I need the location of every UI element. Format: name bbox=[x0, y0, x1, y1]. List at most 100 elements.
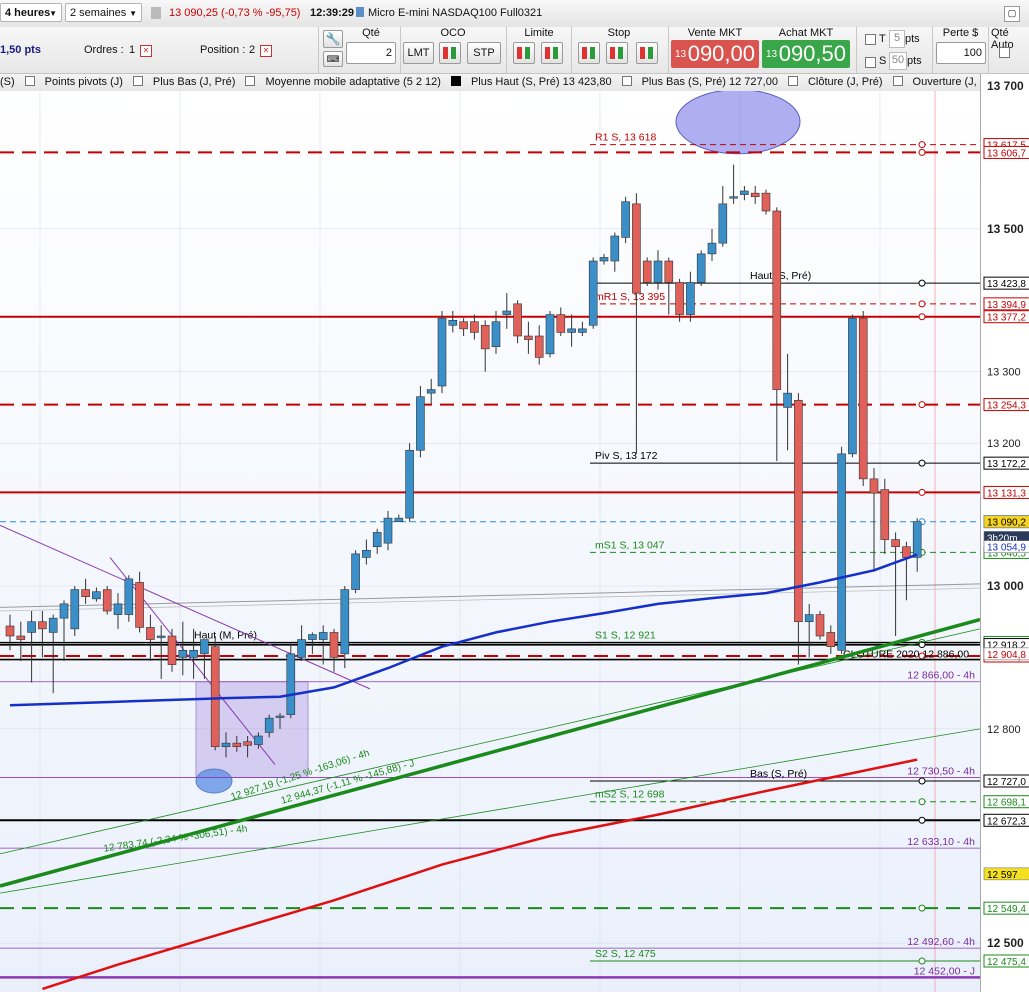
t-checkbox[interactable] bbox=[865, 34, 876, 45]
pivot-level-label: S2 S, 12 475 bbox=[595, 948, 656, 960]
indicator-item[interactable]: Moyenne mobile adaptative (5 2 12) bbox=[245, 76, 441, 88]
close-position-icon[interactable]: ✕ bbox=[260, 45, 272, 57]
indicator-checkbox[interactable] bbox=[245, 76, 256, 86]
period-value: 2 semaines bbox=[70, 7, 127, 19]
indicator-item[interactable]: Plus Haut (S, Pré) 13 423,80 bbox=[450, 76, 612, 88]
loss-input[interactable]: 100 bbox=[936, 42, 986, 64]
candle-body bbox=[113, 603, 123, 615]
buy-mkt-group: Achat MKT 13 090,50 bbox=[760, 27, 852, 73]
candle bbox=[642, 257, 652, 286]
candle bbox=[102, 586, 112, 615]
indicator-label: Moyenne mobile adaptative (5 2 12) bbox=[265, 76, 441, 88]
indicator-item[interactable]: Points pivots (J) bbox=[24, 76, 123, 88]
buy-mkt-button[interactable]: 13 090,50 bbox=[762, 40, 850, 68]
candle-body bbox=[588, 260, 598, 326]
level-handle bbox=[918, 488, 926, 496]
candle-body bbox=[826, 632, 836, 648]
candle-body bbox=[16, 635, 26, 640]
keyboard-icon[interactable]: ⌨ bbox=[323, 51, 343, 67]
level-tag-label: 13 254,3 bbox=[987, 401, 1026, 412]
level-tag-label: 13 377,2 bbox=[987, 313, 1026, 324]
candle bbox=[210, 636, 220, 751]
indicator-item[interactable]: (S) bbox=[0, 76, 15, 88]
qty-auto-checkbox[interactable] bbox=[999, 47, 1010, 58]
candle-body bbox=[394, 517, 404, 523]
s-pts-label: pts bbox=[907, 55, 922, 67]
candle-body bbox=[480, 324, 490, 350]
candle-body bbox=[718, 203, 728, 244]
candle bbox=[848, 314, 857, 458]
extra-tag-label: 13 054,9 bbox=[987, 543, 1026, 554]
level-tag-label: 12 727,0 bbox=[987, 777, 1026, 788]
last-price: 13 090,25 (-0,73 % -95,75) bbox=[169, 7, 301, 19]
candle bbox=[437, 311, 447, 394]
stop-sell-icon[interactable] bbox=[606, 42, 628, 64]
level-tag-label: 12 475,4 bbox=[987, 957, 1026, 968]
s-input[interactable]: 50 bbox=[889, 52, 907, 70]
candle-body bbox=[297, 639, 306, 658]
candle-body bbox=[848, 317, 857, 455]
level-tag-label: 13 172,2 bbox=[987, 459, 1026, 470]
indicator-checkbox[interactable] bbox=[24, 76, 35, 86]
candle-body bbox=[686, 282, 695, 315]
indicator-label: (S) bbox=[0, 76, 15, 88]
timeframe-value: 4 heures bbox=[5, 7, 51, 19]
candle-body bbox=[48, 617, 58, 633]
candle-body bbox=[70, 589, 80, 630]
s-checkbox[interactable] bbox=[865, 57, 876, 68]
candle-body bbox=[178, 649, 188, 658]
candle bbox=[70, 586, 80, 636]
indicator-item[interactable]: Ouverture (J, Pré) bbox=[892, 76, 980, 88]
stop-group: Stop bbox=[571, 27, 666, 73]
price-chart[interactable]: 12 866,00 - 4h 12 730,50 - 4h 12 633,10 - … bbox=[0, 91, 980, 992]
candle-body bbox=[59, 603, 69, 619]
qty-input[interactable]: 2 bbox=[346, 42, 396, 64]
candle-body bbox=[437, 317, 447, 387]
level-handle bbox=[918, 401, 926, 409]
indicator-label: Plus Bas (J, Pré) bbox=[152, 76, 236, 88]
indicator-label: Ouverture (J, Pré) bbox=[912, 76, 980, 88]
level-tag-label: 12 698,1 bbox=[987, 798, 1026, 809]
indicator-checkbox[interactable] bbox=[787, 76, 798, 86]
indicator-checkbox[interactable] bbox=[621, 76, 632, 86]
window-restore-icon[interactable]: ▢ bbox=[1004, 6, 1020, 22]
indicator-checkbox[interactable] bbox=[450, 76, 461, 86]
candle-body bbox=[513, 303, 522, 337]
extra-tag-label: 12 597 bbox=[987, 870, 1018, 881]
price-axis-labels: 13 700 13 500 13 300 13 200 13 000 12 800 12 5… bbox=[983, 79, 1029, 968]
candle-body bbox=[38, 621, 47, 630]
period-select[interactable]: 2 semaines ▼ bbox=[65, 3, 142, 22]
candle-body bbox=[815, 614, 825, 637]
cancel-orders-icon[interactable]: ✕ bbox=[140, 45, 152, 57]
candle-body bbox=[707, 242, 717, 255]
indicator-item[interactable]: Plus Bas (S, Pré) 12 727,00 bbox=[621, 76, 778, 88]
indicator-checkbox[interactable] bbox=[892, 76, 903, 86]
price-axis[interactable]: 13 700 13 500 13 300 13 200 13 000 12 800 12 5… bbox=[980, 74, 1029, 992]
candle-body bbox=[599, 257, 609, 262]
y-tick-label: 12 800 bbox=[987, 724, 1021, 736]
stop-bracket-icon[interactable] bbox=[636, 42, 658, 64]
pivot-level-label: Bas (S, Pré) bbox=[750, 768, 807, 780]
clock-time: 12:39:29 bbox=[310, 7, 355, 19]
limit-buy-icon[interactable] bbox=[513, 42, 535, 64]
candle-body bbox=[491, 321, 501, 348]
stop-buy-icon[interactable] bbox=[578, 42, 600, 64]
indicator-item[interactable]: Plus Bas (J, Pré) bbox=[132, 76, 236, 88]
t-input[interactable]: 5 bbox=[889, 30, 905, 48]
oco-order-icon[interactable] bbox=[439, 42, 461, 64]
candle-body bbox=[92, 591, 101, 600]
stp-button[interactable]: STP bbox=[467, 42, 501, 64]
candle bbox=[621, 196, 630, 244]
wrench-icon[interactable]: 🔧 bbox=[323, 30, 343, 48]
indicator-checkbox[interactable] bbox=[132, 76, 143, 86]
timeframe-select[interactable]: 4 heures ▼ bbox=[0, 3, 62, 22]
sell-mkt-button[interactable]: 13 090,00 bbox=[671, 40, 759, 68]
lmt-button[interactable]: LMT bbox=[403, 42, 434, 64]
limit-sell-icon[interactable] bbox=[541, 42, 563, 64]
candle-body bbox=[124, 578, 134, 615]
candle-body bbox=[891, 539, 900, 548]
candle-body bbox=[340, 589, 350, 655]
candle-body bbox=[804, 614, 814, 623]
indicator-item[interactable]: Clôture (J, Pré) bbox=[787, 76, 883, 88]
level-tag-label: 13 423,8 bbox=[987, 279, 1026, 290]
